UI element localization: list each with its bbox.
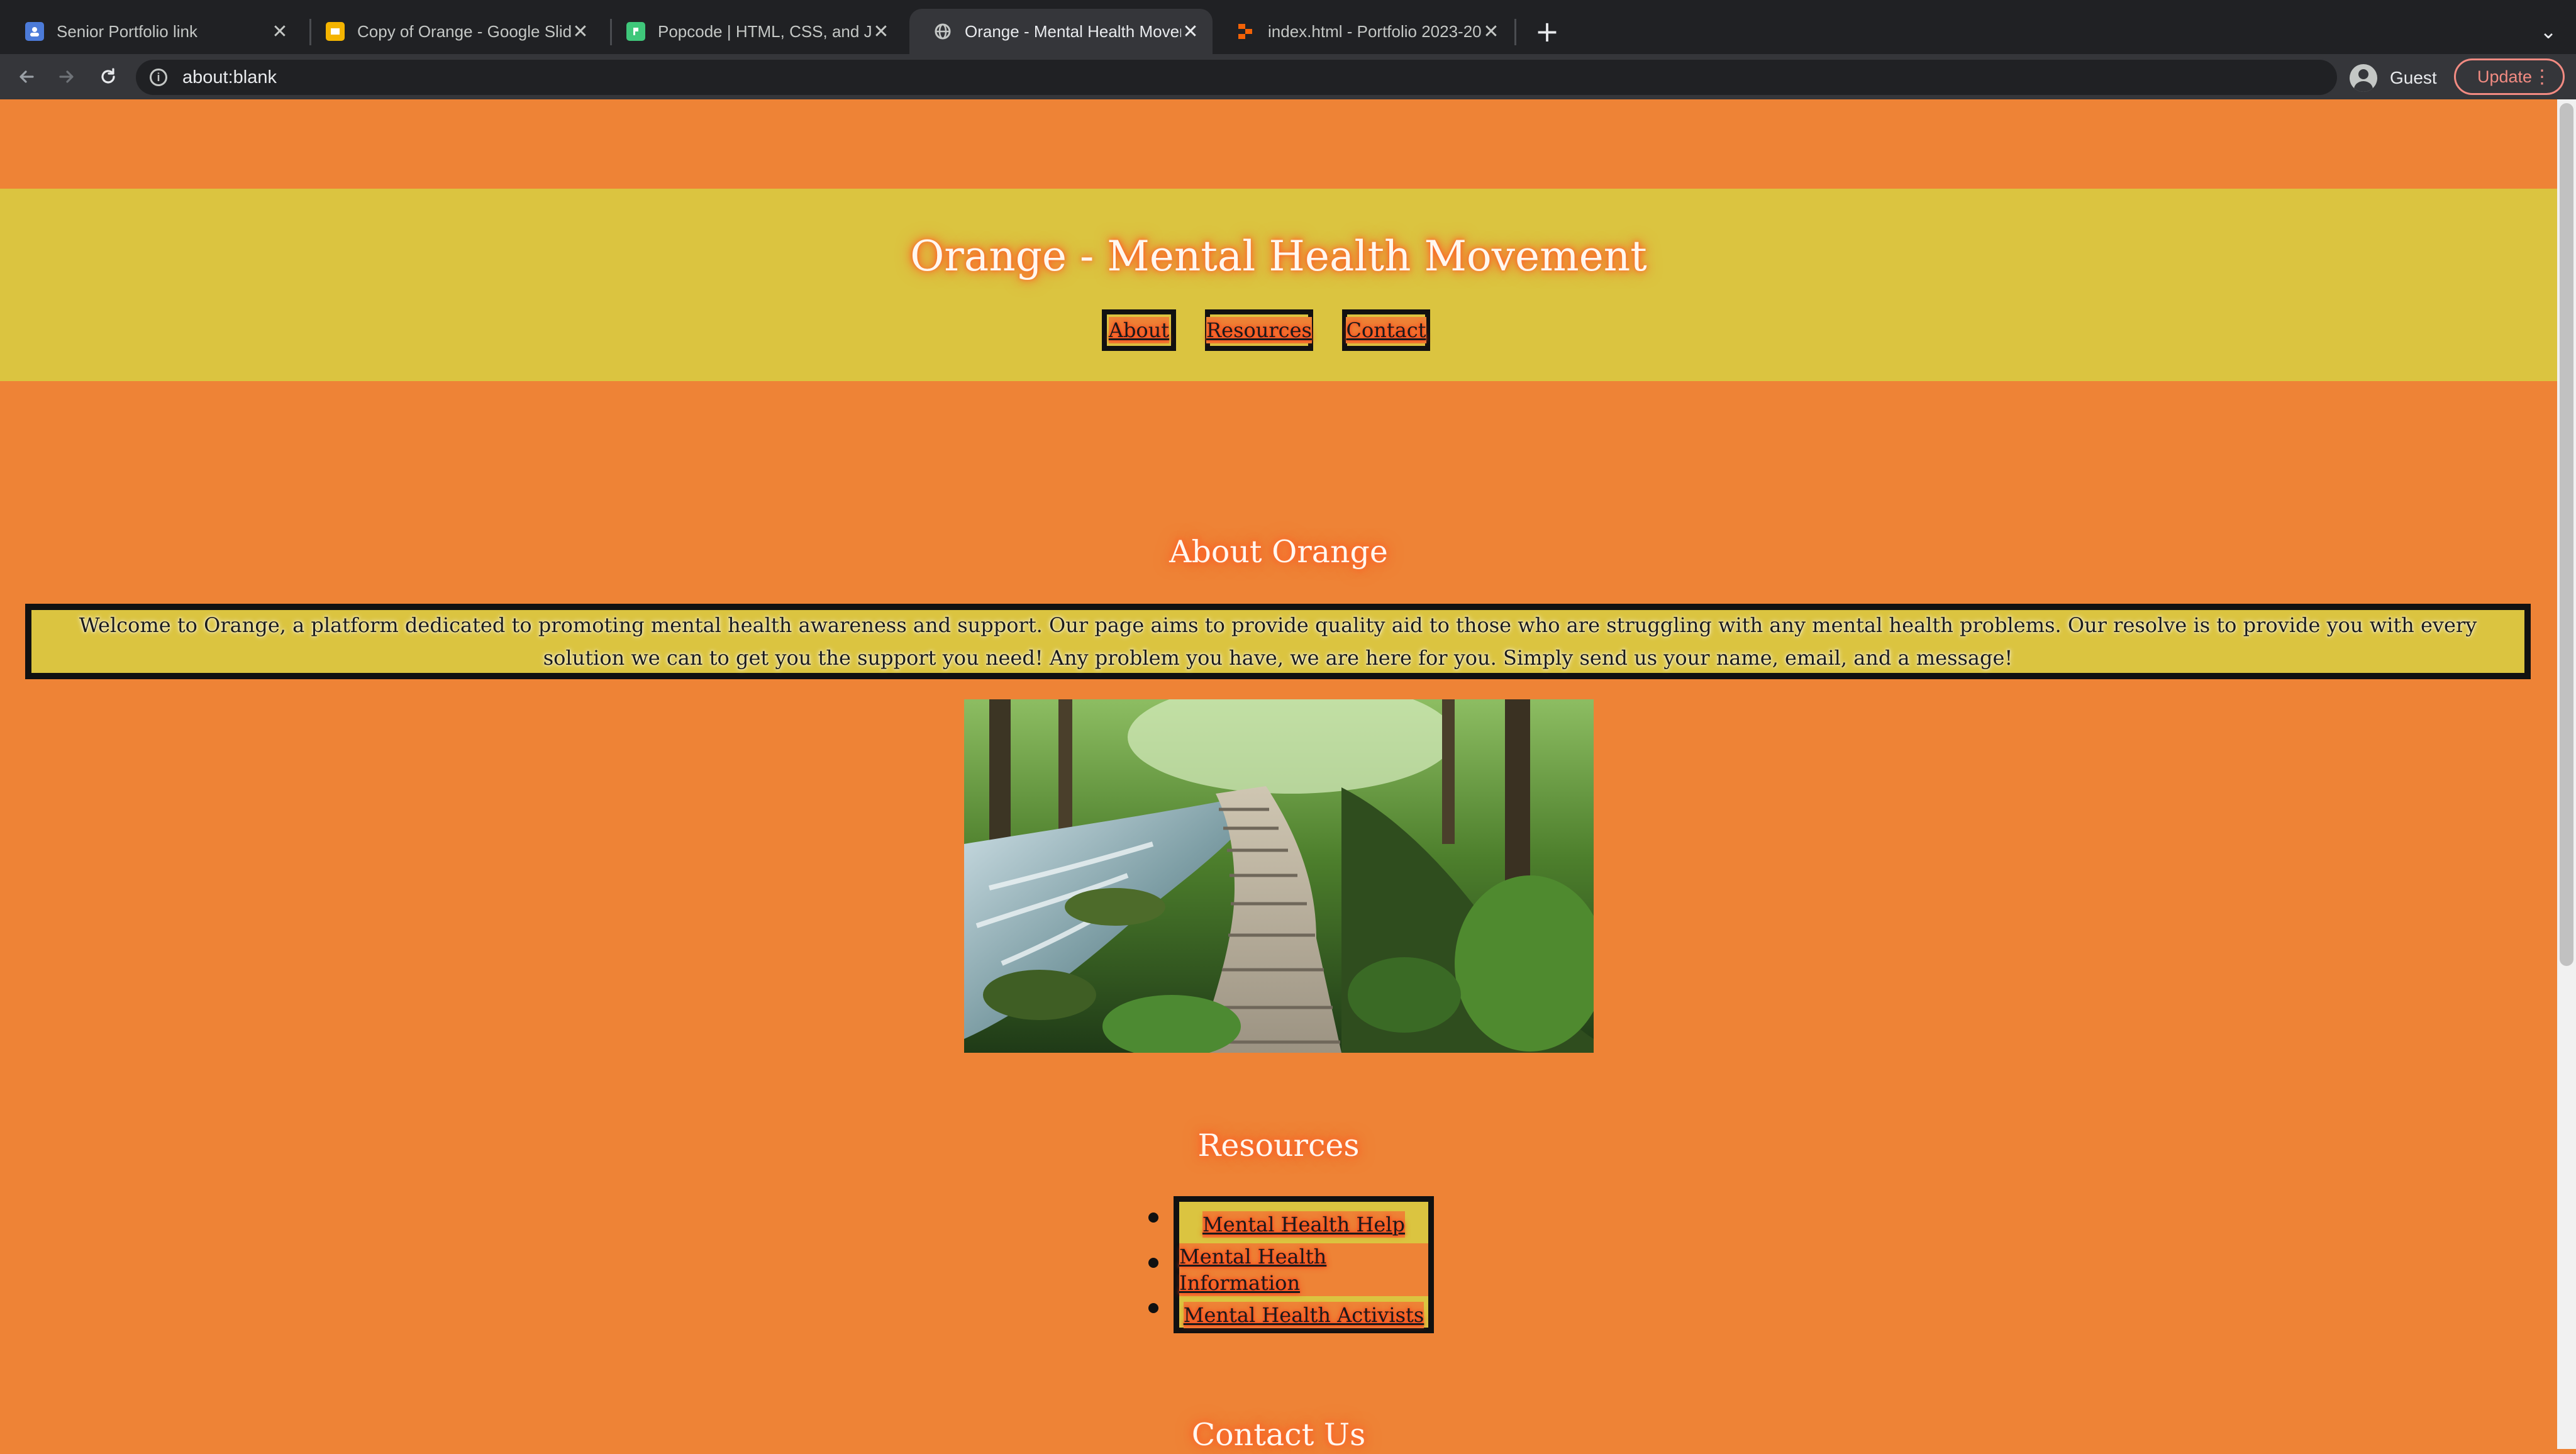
close-tab-icon[interactable]: ✕ — [1181, 21, 1200, 43]
tab-strip: Senior Portfolio link ✕ Copy of Orange -… — [0, 0, 2576, 54]
nav-about-button[interactable]: About — [1102, 309, 1176, 351]
more-menu-icon[interactable]: ⋮ — [2533, 67, 2551, 88]
update-button[interactable]: Update ⋮ — [2454, 58, 2565, 95]
about-paragraph: Welcome to Orange, a platform dedicated … — [79, 613, 2477, 670]
site-title: Orange - Mental Health Movement — [910, 232, 1647, 280]
nav-contact-button[interactable]: Contact — [1342, 309, 1430, 351]
guest-avatar-icon — [2350, 64, 2377, 92]
tab-popcode[interactable]: Popcode | HTML, CSS, and JavaScript ✕ — [602, 9, 903, 54]
tab-title: Copy of Orange - Google Slides — [357, 21, 571, 41]
profile-label: Guest — [2390, 68, 2437, 87]
tab-divider — [1514, 19, 1516, 45]
globe-icon — [933, 22, 952, 41]
replit-icon — [1236, 22, 1255, 41]
list-bullet — [1148, 1258, 1158, 1268]
new-tab-button[interactable]: + — [1530, 14, 1565, 49]
resources-heading: Resources — [1197, 1128, 1360, 1163]
url-text: about:blank — [182, 67, 277, 87]
tab-senior-portfolio[interactable]: Senior Portfolio link ✕ — [1, 9, 302, 54]
scrollbar-thumb[interactable] — [2560, 103, 2573, 966]
popcode-icon — [626, 22, 645, 41]
tab-google-slides[interactable]: Copy of Orange - Google Slides ✕ — [302, 9, 602, 54]
close-tab-icon[interactable]: ✕ — [571, 21, 590, 43]
address-bar[interactable]: i about:blank — [136, 60, 2337, 95]
tab-title: Popcode | HTML, CSS, and JavaScript — [658, 21, 872, 41]
tab-title: index.html - Portfolio 2023-2024 — [1268, 21, 1482, 41]
list-bullet — [1148, 1213, 1158, 1223]
update-label: Update — [2477, 67, 2533, 86]
close-tab-icon[interactable]: ✕ — [872, 21, 891, 43]
forest-boardwalk-photo — [964, 680, 1606, 1058]
about-heading: About Orange — [1169, 534, 1388, 570]
tab-title: Senior Portfolio link — [57, 21, 197, 41]
google-sites-icon — [25, 22, 44, 41]
resource-link-help[interactable]: Mental Health Help — [1179, 1202, 1428, 1247]
resource-link-information[interactable]: Mental Health Information — [1179, 1243, 1428, 1296]
nav-resources-link[interactable]: Resources — [1206, 317, 1312, 343]
close-tab-icon[interactable]: ✕ — [270, 21, 289, 43]
resource-link-label[interactable]: Mental Health Activists — [1183, 1302, 1424, 1328]
close-tab-icon[interactable]: ✕ — [1482, 21, 1501, 43]
back-arrow-icon[interactable] — [9, 59, 44, 94]
list-bullet — [1148, 1303, 1158, 1313]
reload-icon[interactable] — [91, 59, 126, 94]
resources-list: Mental Health Help Mental Health Informa… — [1174, 1196, 1434, 1333]
resource-link-activists[interactable]: Mental Health Activists — [1179, 1292, 1428, 1338]
nav-about-link[interactable]: About — [1108, 317, 1170, 343]
tab-orange-active[interactable]: Orange - Mental Health Movement ✕ — [909, 9, 1213, 54]
resource-link-label[interactable]: Mental Health Information — [1179, 1243, 1428, 1296]
resource-link-label[interactable]: Mental Health Help — [1202, 1211, 1405, 1238]
site-header — [0, 189, 2557, 381]
nav-resources-button[interactable]: Resources — [1205, 309, 1313, 351]
about-text-box: Welcome to Orange, a platform dedicated … — [25, 604, 2531, 679]
tab-search-chevron-icon[interactable]: ⌄ — [2531, 14, 2566, 49]
contact-heading: Contact Us — [1191, 1417, 1366, 1453]
google-slides-icon — [326, 22, 345, 41]
nav-contact-link[interactable]: Contact — [1346, 317, 1426, 343]
forward-arrow-icon[interactable] — [49, 59, 84, 94]
tab-title: Orange - Mental Health Movement — [965, 21, 1181, 41]
tab-replit-index[interactable]: index.html - Portfolio 2023-2024 ✕ — [1213, 9, 1513, 54]
profile-button[interactable]: Guest — [2350, 62, 2437, 94]
site-info-icon[interactable]: i — [150, 69, 167, 86]
